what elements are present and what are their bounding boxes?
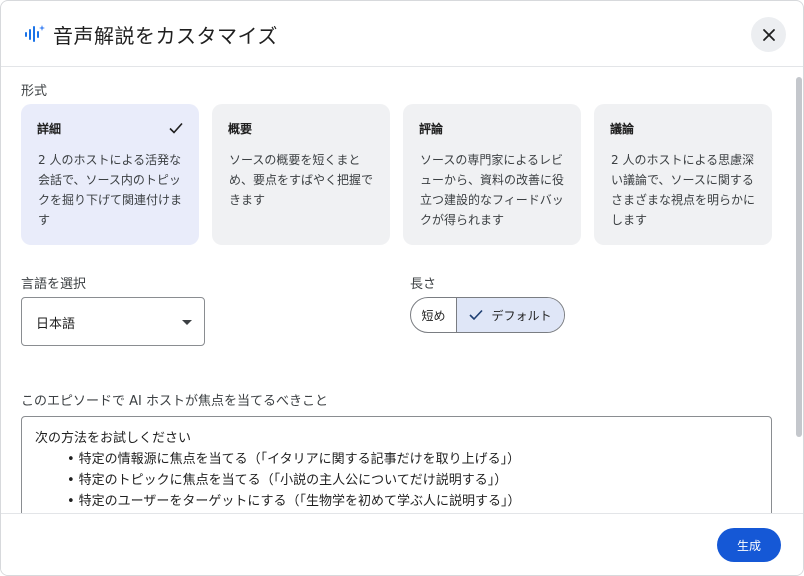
format-card-debate[interactable]: 議論 2 人のホストによる思慮深い議論で、ソースに関するさまざまな視点を明らかに… [594,104,772,245]
focus-example-item: 特定の情報源に焦点を当てる（「イタリアに関する記事だけを取り上げる」） [67,449,758,470]
generate-button[interactable]: 生成 [717,528,781,562]
close-button[interactable] [751,17,786,52]
format-label: 形式 [21,84,48,99]
format-card-title: 詳細 [37,122,62,136]
focus-example-item: 特定のトピックに焦点を当てる（「小説の主人公についてだけ説明する」） [67,470,758,491]
format-card-detail[interactable]: 詳細 2 人のホストによる活発な会話で、ソース内のトピックを掘り下げて関連付けま… [21,104,199,245]
dialog-header: 音声解説をカスタマイズ [1,1,803,67]
customize-audio-dialog: 音声解説をカスタマイズ 形式 詳細 2 人のホストによる活発な会話で、ソース内の… [0,0,804,576]
focus-example-item: 特定のユーザーをターゲットにする（「生物学を初めて学ぶ人に説明する」） [67,491,758,512]
format-card-summary[interactable]: 概要 ソースの概要を短くまとめ、要点をすばやく把握できます [212,104,390,245]
format-card-desc: 2 人のホストによる活発な会話で、ソース内のトピックを掘り下げて関連付けます [38,153,183,227]
focus-label: このエピソードで AI ホストが焦点を当てるべきこと [21,394,328,409]
length-option-label: デフォルト [491,308,552,323]
check-icon [169,122,183,134]
format-card-critique[interactable]: 評論 ソースの専門家によるレビューから、資料の改善に役立つ建設的なフィードバック… [403,104,581,245]
format-card-desc: 2 人のホストによる思慮深い議論で、ソースに関するさまざまな視点を明らかにします [611,153,756,227]
format-card-desc: ソースの専門家によるレビューから、資料の改善に役立つ建設的なフィードバックが得ら… [420,153,565,227]
format-card-title: 議論 [610,122,635,136]
focus-examples-list: 特定の情報源に焦点を当てる（「イタリアに関する記事だけを取り上げる」） 特定のト… [67,449,758,512]
check-icon [469,309,484,321]
format-card-title: 概要 [228,122,253,136]
dropdown-arrow-icon [182,320,192,325]
length-toggle-group: 短め デフォルト [410,297,565,333]
length-option-default[interactable]: デフォルト [457,298,564,332]
length-option-short[interactable]: 短め [411,298,457,332]
format-card-title: 評論 [419,122,444,136]
audio-sparkle-icon [25,25,45,42]
dialog-footer [1,513,803,575]
focus-textarea[interactable]: 次の方法をお試しください 特定の情報源に焦点を当てる（「イタリアに関する記事だけ… [21,416,772,526]
format-card-desc: ソースの概要を短くまとめ、要点をすばやく把握できます [229,153,374,207]
close-icon [762,28,775,41]
length-option-label: 短め [421,308,446,323]
scrollbar-thumb[interactable] [796,77,802,437]
language-select[interactable]: 日本語 [21,297,205,346]
length-label: 長さ [410,277,437,292]
dialog-title: 音声解説をカスタマイズ [53,24,278,48]
language-value: 日本語 [36,317,76,332]
language-label: 言語を選択 [21,277,87,292]
focus-placeholder-intro: 次の方法をお試しください [35,431,192,446]
